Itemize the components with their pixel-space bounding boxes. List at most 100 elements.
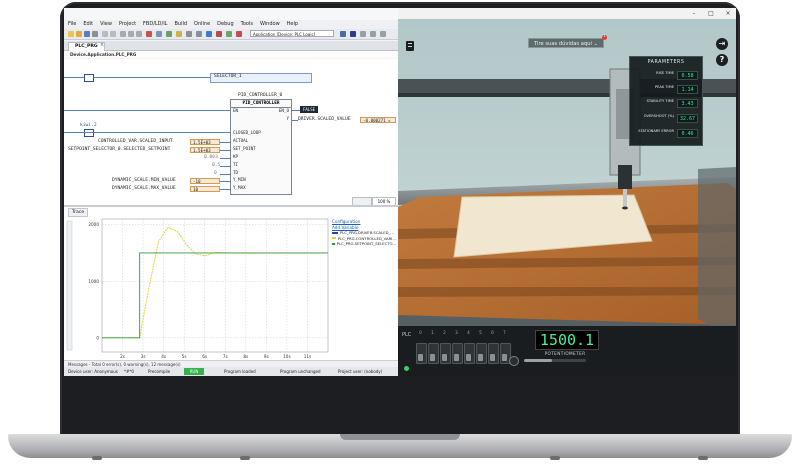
menu-help[interactable]: Help bbox=[287, 20, 298, 29]
switch-number: 0 bbox=[419, 330, 422, 335]
plot-area bbox=[101, 218, 329, 353]
precompile-status[interactable]: Precompile bbox=[148, 367, 170, 376]
menu-window[interactable]: Window bbox=[260, 20, 280, 29]
pid-controller-block[interactable]: PID_CONTROLLER EN EN_O Y CLOSED_LOOP ACT… bbox=[230, 99, 292, 195]
menu-tools[interactable]: Tools bbox=[241, 20, 253, 29]
save-icon[interactable] bbox=[84, 31, 90, 37]
x-tick-label: 9s bbox=[264, 354, 269, 359]
cfc-editor[interactable]: SELECTOR_1 PID_CONTROLLER_0 FALSE DRIVER… bbox=[64, 59, 398, 206]
x-tick-label: 10s bbox=[283, 354, 291, 359]
close-icon[interactable]: × bbox=[720, 8, 736, 19]
menu-view[interactable]: View bbox=[100, 20, 112, 29]
toggle-switch[interactable] bbox=[440, 343, 451, 364]
legend-item[interactable]: PLC_PRG.SETPOINT_SELECTO... bbox=[332, 241, 396, 247]
maximize-icon[interactable]: □ bbox=[703, 8, 719, 19]
clipboard-icon[interactable] bbox=[404, 38, 416, 51]
x-tick-label: 4s bbox=[161, 354, 166, 359]
new-file-icon[interactable] bbox=[68, 31, 74, 37]
y-tick-label: 2000 bbox=[88, 222, 99, 227]
build-icon[interactable] bbox=[166, 31, 172, 37]
device-icon[interactable] bbox=[196, 31, 202, 37]
notification-count: 1 bbox=[603, 34, 606, 38]
toggle-switch[interactable] bbox=[416, 343, 427, 364]
redo-icon[interactable] bbox=[110, 31, 116, 37]
param-value: 0.46 bbox=[677, 129, 698, 138]
undo-icon[interactable] bbox=[102, 31, 108, 37]
contact-icon bbox=[84, 74, 94, 82]
x-tick-label: 11s bbox=[304, 354, 312, 359]
param-label: RISE TIME bbox=[656, 71, 674, 75]
potentiometer-display: 1500.1 bbox=[535, 330, 599, 350]
delete-icon[interactable] bbox=[146, 31, 152, 37]
plc-panel: PLC 0 1 2 3 4 5 6 7 1500.1 POTENTIOMETER bbox=[398, 326, 736, 376]
copy-icon[interactable] bbox=[128, 31, 134, 37]
param-value: 3.43 bbox=[677, 99, 698, 108]
help-icon[interactable]: ? bbox=[716, 54, 728, 66]
run-icon[interactable] bbox=[340, 31, 346, 37]
pin-eno: EN_O bbox=[278, 108, 289, 113]
find-icon[interactable] bbox=[156, 31, 162, 37]
login-icon[interactable] bbox=[206, 31, 212, 37]
close-tab-icon[interactable]: × bbox=[100, 42, 104, 48]
min-value[interactable]: -10 bbox=[190, 178, 220, 184]
logout-icon[interactable] bbox=[216, 31, 222, 37]
step-icon[interactable] bbox=[370, 31, 376, 37]
param-label: OVERSHOOT (%) bbox=[643, 114, 674, 118]
toggle-switch[interactable] bbox=[488, 343, 499, 364]
help-dropdown[interactable]: Tire suas dúvidas aqui ⌄ bbox=[528, 38, 604, 48]
open-folder-icon[interactable] bbox=[76, 31, 82, 37]
switch-number: 6 bbox=[491, 330, 494, 335]
trace-legend: Configuration Add Variable PLC_PRG.DRIVE… bbox=[332, 219, 396, 247]
param-row: STABILITY TIME 3.43 bbox=[632, 99, 700, 110]
toggle-switch[interactable] bbox=[464, 343, 475, 364]
menu-online[interactable]: Online bbox=[194, 20, 210, 29]
stop-icon[interactable] bbox=[236, 31, 242, 37]
laptop-foot bbox=[698, 456, 708, 460]
legend-label: PLC_PRG.SETPOINT_SELECTO... bbox=[336, 241, 396, 246]
breakpoint-icon[interactable] bbox=[380, 31, 386, 37]
settings-icon[interactable] bbox=[186, 31, 192, 37]
trace-plot[interactable]: 2s 3s 4s 5s 6s 7s 8s 9s 10s 11s 2000 1000 0 bbox=[64, 215, 332, 361]
toggle-switch[interactable] bbox=[428, 343, 439, 364]
trace-panel: Trace 2s 3s 4s 5s 6s 7s 8s 9s 10s 11s 2000 1000 0 Co… bbox=[64, 205, 398, 361]
menu-project[interactable]: Project bbox=[119, 20, 136, 29]
start-icon[interactable] bbox=[226, 31, 232, 37]
messages-bar[interactable]: Messages - Total 0 error(s), 0 warning(s… bbox=[64, 360, 398, 367]
toggle-switch[interactable] bbox=[452, 343, 463, 364]
menu-file[interactable]: File bbox=[68, 20, 76, 29]
menu-edit[interactable]: Edit bbox=[83, 20, 93, 29]
pin-set-point: SET_POINT bbox=[233, 146, 256, 151]
toggle-switch-knob bbox=[478, 354, 483, 361]
x-tick-label: 3s bbox=[141, 354, 146, 359]
setpoint-input-value[interactable]: 1.5E+03 bbox=[190, 147, 220, 153]
stop-square-icon[interactable] bbox=[350, 31, 356, 37]
laptop-foot bbox=[550, 456, 560, 460]
rebuild-icon[interactable] bbox=[176, 31, 182, 37]
menu-debug[interactable]: Debug bbox=[217, 20, 233, 29]
reset-icon[interactable] bbox=[360, 31, 366, 37]
switch-number: 1 bbox=[431, 330, 434, 335]
driver-value[interactable]: -0.000271 ▸ bbox=[360, 117, 396, 123]
potentiometer-slider[interactable] bbox=[524, 359, 586, 362]
plc-label: PLC bbox=[402, 332, 412, 338]
toggle-switch[interactable] bbox=[476, 343, 487, 364]
minimize-icon[interactable]: – bbox=[686, 8, 702, 19]
application-combo[interactable]: Application [Device: PLC Logic] bbox=[250, 30, 334, 37]
menu-build[interactable]: Build bbox=[174, 20, 187, 29]
exit-icon[interactable]: ⇥ bbox=[716, 38, 728, 50]
param-row: PEAK TIME 1.14 bbox=[632, 85, 700, 96]
toggle-switch-knob bbox=[490, 354, 495, 361]
menu-fbd[interactable]: FBD/LD/IL bbox=[143, 20, 167, 29]
paste-icon[interactable] bbox=[136, 31, 142, 37]
potentiometer-knob-icon[interactable] bbox=[509, 356, 519, 366]
max-value[interactable]: 10 bbox=[190, 186, 220, 192]
td-value: 0 bbox=[214, 171, 217, 176]
device-user: Device user: Anonymous bbox=[68, 369, 118, 374]
project-user: Project user: (nobody) bbox=[338, 369, 383, 374]
cut-icon[interactable] bbox=[120, 31, 126, 37]
legend-swatch bbox=[332, 237, 336, 240]
driver-var-label: DRIVER.SCALED_VALUE bbox=[298, 117, 351, 122]
scaled-input-value[interactable]: 1.5E+03 bbox=[190, 139, 220, 145]
pin-y-min: Y_MIN bbox=[233, 177, 246, 182]
print-icon[interactable] bbox=[92, 31, 98, 37]
